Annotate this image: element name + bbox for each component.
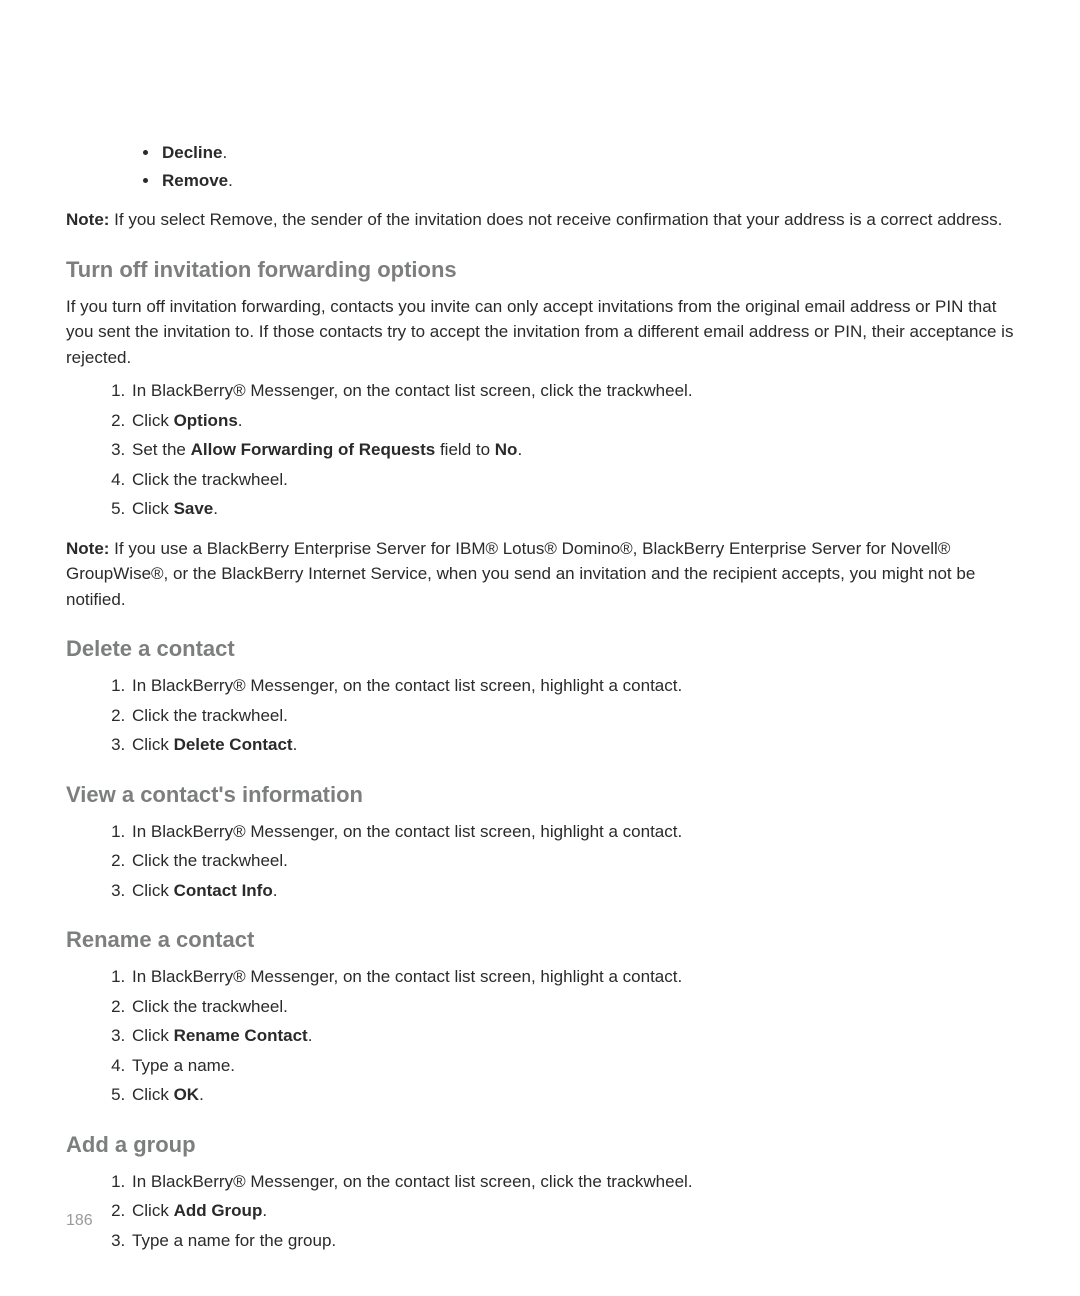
strong-text: OK xyxy=(174,1085,200,1104)
strong-text: Rename Contact xyxy=(174,1026,308,1045)
note-text: If you select Remove, the sender of the … xyxy=(109,210,1002,229)
section-title-rename: Rename a contact xyxy=(66,923,1014,956)
step-item: Click the trackwheel. xyxy=(130,848,1014,874)
steps-forwarding: In BlackBerry® Messenger, on the contact… xyxy=(66,378,1014,522)
section-title-view: View a contact's information xyxy=(66,778,1014,811)
strong-text: Delete Contact xyxy=(174,735,293,754)
page-content: Decline. Remove. Note: If you select Rem… xyxy=(0,0,1080,1253)
steps-view: In BlackBerry® Messenger, on the contact… xyxy=(66,819,1014,904)
strong-text: Save xyxy=(174,499,214,518)
step-item: Click OK. xyxy=(130,1082,1014,1108)
list-item: Decline. xyxy=(160,140,1014,166)
strong-text: Contact Info xyxy=(174,881,273,900)
section-title-addgroup: Add a group xyxy=(66,1128,1014,1161)
section-title-forwarding: Turn off invitation forwarding options xyxy=(66,253,1014,286)
steps-delete: In BlackBerry® Messenger, on the contact… xyxy=(66,673,1014,758)
steps-rename: In BlackBerry® Messenger, on the contact… xyxy=(66,964,1014,1108)
step-item: Click Save. xyxy=(130,496,1014,522)
strong-text: No xyxy=(495,440,518,459)
step-item: Click Rename Contact. xyxy=(130,1023,1014,1049)
bullet-decline: Decline xyxy=(162,143,222,162)
step-item: Click Delete Contact. xyxy=(130,732,1014,758)
step-item: In BlackBerry® Messenger, on the contact… xyxy=(130,1169,1014,1195)
section-intro-forwarding: If you turn off invitation forwarding, c… xyxy=(66,294,1014,371)
steps-addgroup: In BlackBerry® Messenger, on the contact… xyxy=(66,1169,1014,1254)
top-bullet-list: Decline. Remove. xyxy=(66,140,1014,193)
step-item: Click the trackwheel. xyxy=(130,994,1014,1020)
step-item: Click the trackwheel. xyxy=(130,467,1014,493)
strong-text: Add Group xyxy=(174,1201,263,1220)
step-item: In BlackBerry® Messenger, on the contact… xyxy=(130,673,1014,699)
step-item: In BlackBerry® Messenger, on the contact… xyxy=(130,378,1014,404)
step-item: In BlackBerry® Messenger, on the contact… xyxy=(130,964,1014,990)
step-item: Type a name for the group. xyxy=(130,1228,1014,1254)
strong-text: Allow Forwarding of Requests xyxy=(191,440,436,459)
step-item: Set the Allow Forwarding of Requests fie… xyxy=(130,437,1014,463)
note-label: Note: xyxy=(66,210,109,229)
step-item: Click Contact Info. xyxy=(130,878,1014,904)
strong-text: Options xyxy=(174,411,238,430)
step-item: Click Options. xyxy=(130,408,1014,434)
note-block-forwarding: Note: If you use a BlackBerry Enterprise… xyxy=(66,536,1014,613)
note-block: Note: If you select Remove, the sender o… xyxy=(66,207,1014,233)
note-text: If you use a BlackBerry Enterprise Serve… xyxy=(66,539,975,609)
bullet-remove: Remove xyxy=(162,171,228,190)
note-label: Note: xyxy=(66,539,109,558)
step-item: Type a name. xyxy=(130,1053,1014,1079)
step-item: Click the trackwheel. xyxy=(130,703,1014,729)
section-title-delete: Delete a contact xyxy=(66,632,1014,665)
page-number: 186 xyxy=(66,1212,93,1230)
step-item: In BlackBerry® Messenger, on the contact… xyxy=(130,819,1014,845)
list-item: Remove. xyxy=(160,168,1014,194)
step-item: Click Add Group. xyxy=(130,1198,1014,1224)
